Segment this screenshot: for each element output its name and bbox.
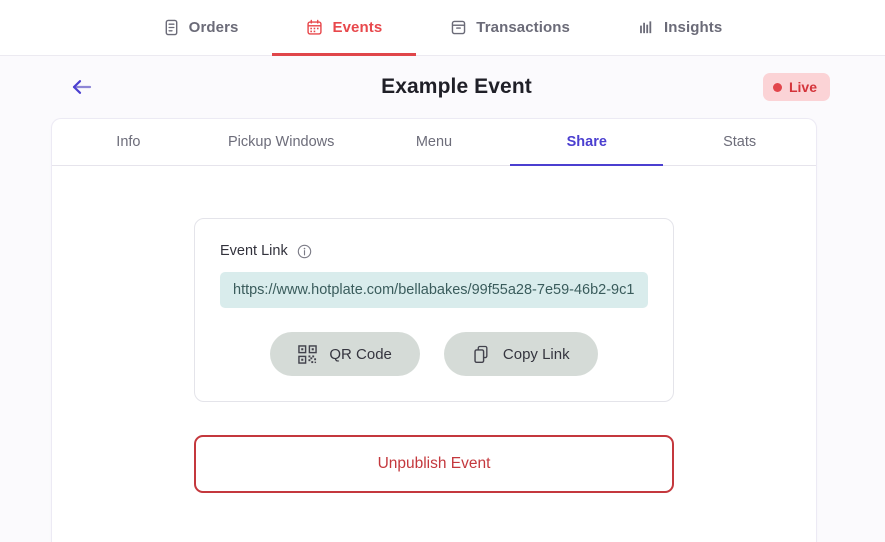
unpublish-event-label: Unpublish Event: [377, 455, 491, 472]
event-link-label-row: Event Link: [220, 243, 648, 259]
tab-label: Pickup Windows: [228, 134, 335, 150]
tab-info[interactable]: Info: [52, 119, 205, 165]
status-badge[interactable]: Live: [762, 73, 830, 101]
info-circle-icon[interactable]: [297, 244, 312, 259]
nav-item-insights[interactable]: Insights: [604, 0, 756, 55]
status-badge-label: Live: [788, 79, 817, 95]
tab-stats[interactable]: Stats: [663, 119, 816, 165]
arrow-left-icon[interactable]: [70, 75, 94, 99]
document-icon: [163, 19, 180, 36]
calendar-icon: [306, 19, 323, 36]
event-link-label: Event Link: [220, 243, 288, 259]
page-title: Example Event: [381, 75, 532, 98]
share-actions: QR Code Copy Link: [220, 332, 648, 376]
box-icon: [450, 19, 467, 36]
primary-navigation: Orders Events Transactions Insights: [0, 0, 885, 56]
page-container: Example Event Live Info Pickup Windows M…: [0, 56, 885, 542]
nav-item-label: Events: [332, 19, 383, 36]
qr-code-button[interactable]: QR Code: [270, 332, 420, 376]
nav-item-label: Transactions: [476, 19, 570, 36]
copy-icon: [472, 345, 491, 364]
qr-code-button-label: QR Code: [329, 345, 392, 363]
page-header: Example Event Live: [0, 56, 885, 118]
tab-label: Share: [566, 134, 607, 150]
nav-item-orders[interactable]: Orders: [129, 0, 273, 55]
bar-chart-icon: [638, 19, 655, 36]
event-detail-card: Info Pickup Windows Menu Share Stats Eve…: [51, 118, 817, 542]
nav-item-events[interactable]: Events: [272, 0, 417, 56]
unpublish-event-button[interactable]: Unpublish Event: [194, 435, 674, 493]
qr-code-icon: [298, 344, 318, 364]
event-subtabs: Info Pickup Windows Menu Share Stats: [52, 119, 816, 166]
event-link-value: https://www.hotplate.com/bellabakes/99f5…: [233, 282, 635, 298]
event-link-panel: Event Link https://www.hotplate.com/bell…: [194, 218, 674, 402]
copy-link-button[interactable]: Copy Link: [443, 332, 598, 376]
nav-item-label: Orders: [188, 19, 239, 36]
tab-pickup-windows[interactable]: Pickup Windows: [205, 119, 358, 165]
share-panel: Event Link https://www.hotplate.com/bell…: [52, 166, 816, 493]
live-dot-icon: [772, 82, 782, 92]
tab-share[interactable]: Share: [510, 119, 663, 166]
event-link-field[interactable]: https://www.hotplate.com/bellabakes/99f5…: [220, 272, 648, 308]
copy-link-button-label: Copy Link: [502, 345, 570, 363]
tab-label: Info: [116, 134, 141, 150]
tab-menu[interactable]: Menu: [358, 119, 511, 165]
nav-item-label: Insights: [664, 19, 723, 36]
tab-label: Stats: [723, 134, 757, 150]
tab-label: Menu: [415, 134, 453, 150]
nav-item-transactions[interactable]: Transactions: [416, 0, 604, 55]
